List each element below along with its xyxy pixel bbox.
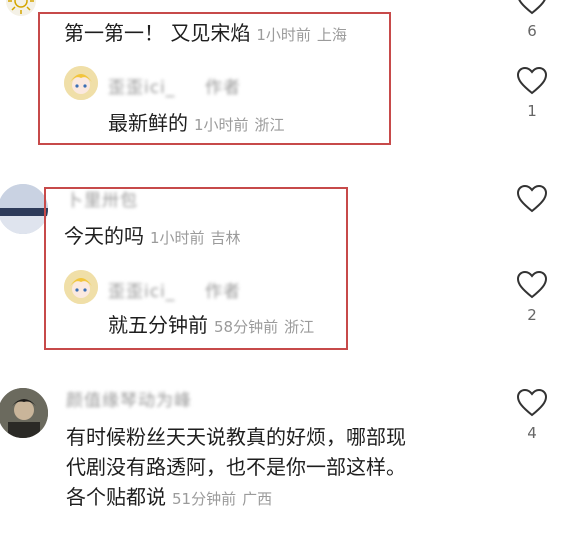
reply-like-count: 2	[527, 306, 537, 324]
reply: 就五分钟前 58分钟前 浙江	[108, 310, 314, 340]
sun-icon	[8, 0, 34, 14]
author-badge: 作者	[205, 282, 241, 302]
comment-text: 今天的吗	[64, 224, 144, 248]
heart-outline-icon	[516, 388, 548, 417]
reply-avatar[interactable]	[64, 66, 98, 100]
comment-location: 上海	[316, 26, 347, 44]
comment-time: 1小时前	[150, 229, 205, 247]
comment-time: 51分钟前	[172, 490, 237, 508]
heart-outline-icon	[518, 0, 546, 15]
anime-avatar-icon	[64, 270, 98, 304]
reply-time: 1小时前	[194, 116, 249, 134]
avatar[interactable]	[6, 0, 36, 16]
comment-time: 1小时前	[256, 26, 311, 44]
heart-outline-icon	[516, 270, 548, 299]
reply-location: 浙江	[254, 116, 285, 134]
comment-text-line: 有时候粉丝天天说教真的好烦，哪部现	[66, 425, 406, 449]
reply-text: 就五分钟前	[108, 313, 208, 337]
comment: 有时候粉丝天天说教真的好烦，哪部现 代剧没有路透阿，也不是你一部这样。 各个贴都…	[66, 422, 406, 512]
reply-time: 58分钟前	[214, 318, 279, 336]
comment-text-line: 代剧没有路透阿，也不是你一部这样。	[66, 455, 406, 479]
comment-text-line: 各个贴都说	[66, 485, 166, 509]
reply: 最新鲜的 1小时前 浙江	[108, 108, 285, 138]
comment: 第一第一！ 又见宋焰 1小时前 上海	[64, 18, 347, 48]
reply-avatar[interactable]	[64, 270, 98, 304]
like-button[interactable]: 4	[507, 388, 557, 442]
like-count: 6	[527, 22, 537, 40]
reply-username[interactable]: 歪歪ici_	[108, 73, 175, 98]
author-badge: 作者	[205, 78, 241, 98]
comment-location: 广西	[242, 490, 273, 508]
reply-location: 浙江	[284, 318, 315, 336]
like-button[interactable]	[507, 184, 557, 214]
comment: 今天的吗 1小时前 吉林	[64, 221, 241, 251]
reply-username[interactable]: 歪歪ici_	[108, 277, 175, 302]
comment-text: 第一第一！ 又见宋焰	[64, 21, 251, 45]
avatar[interactable]	[0, 184, 48, 234]
reply-like-button[interactable]: 1	[507, 66, 557, 120]
reply-text: 最新鲜的	[108, 111, 188, 135]
like-button[interactable]: 6	[507, 0, 557, 40]
heart-outline-icon	[516, 66, 548, 95]
avatar[interactable]	[0, 388, 48, 438]
landscape-avatar-icon	[0, 184, 48, 234]
reply-like-count: 1	[527, 102, 537, 120]
person-avatar-icon	[0, 388, 48, 438]
anime-avatar-icon	[64, 66, 98, 100]
like-count: 4	[527, 424, 537, 442]
reply-like-button[interactable]: 2	[507, 270, 557, 324]
heart-outline-icon	[516, 184, 548, 213]
comment-location: 吉林	[210, 229, 241, 247]
comment-username[interactable]: 颜值缘琴动为峰	[66, 386, 192, 411]
